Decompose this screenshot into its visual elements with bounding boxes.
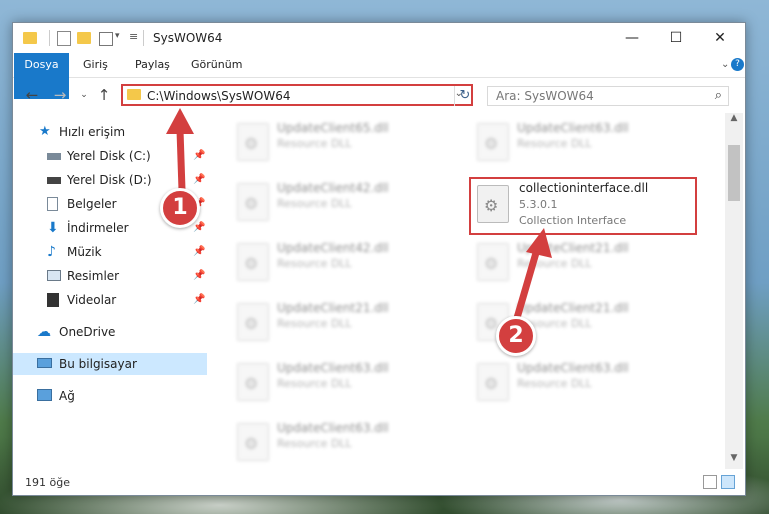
arrow-1 <box>166 108 194 191</box>
arrow-2 <box>513 228 552 319</box>
annotation-arrows <box>166 108 552 319</box>
step-badge-2: 2 <box>496 316 536 356</box>
step-badge-1: 1 <box>160 188 200 228</box>
